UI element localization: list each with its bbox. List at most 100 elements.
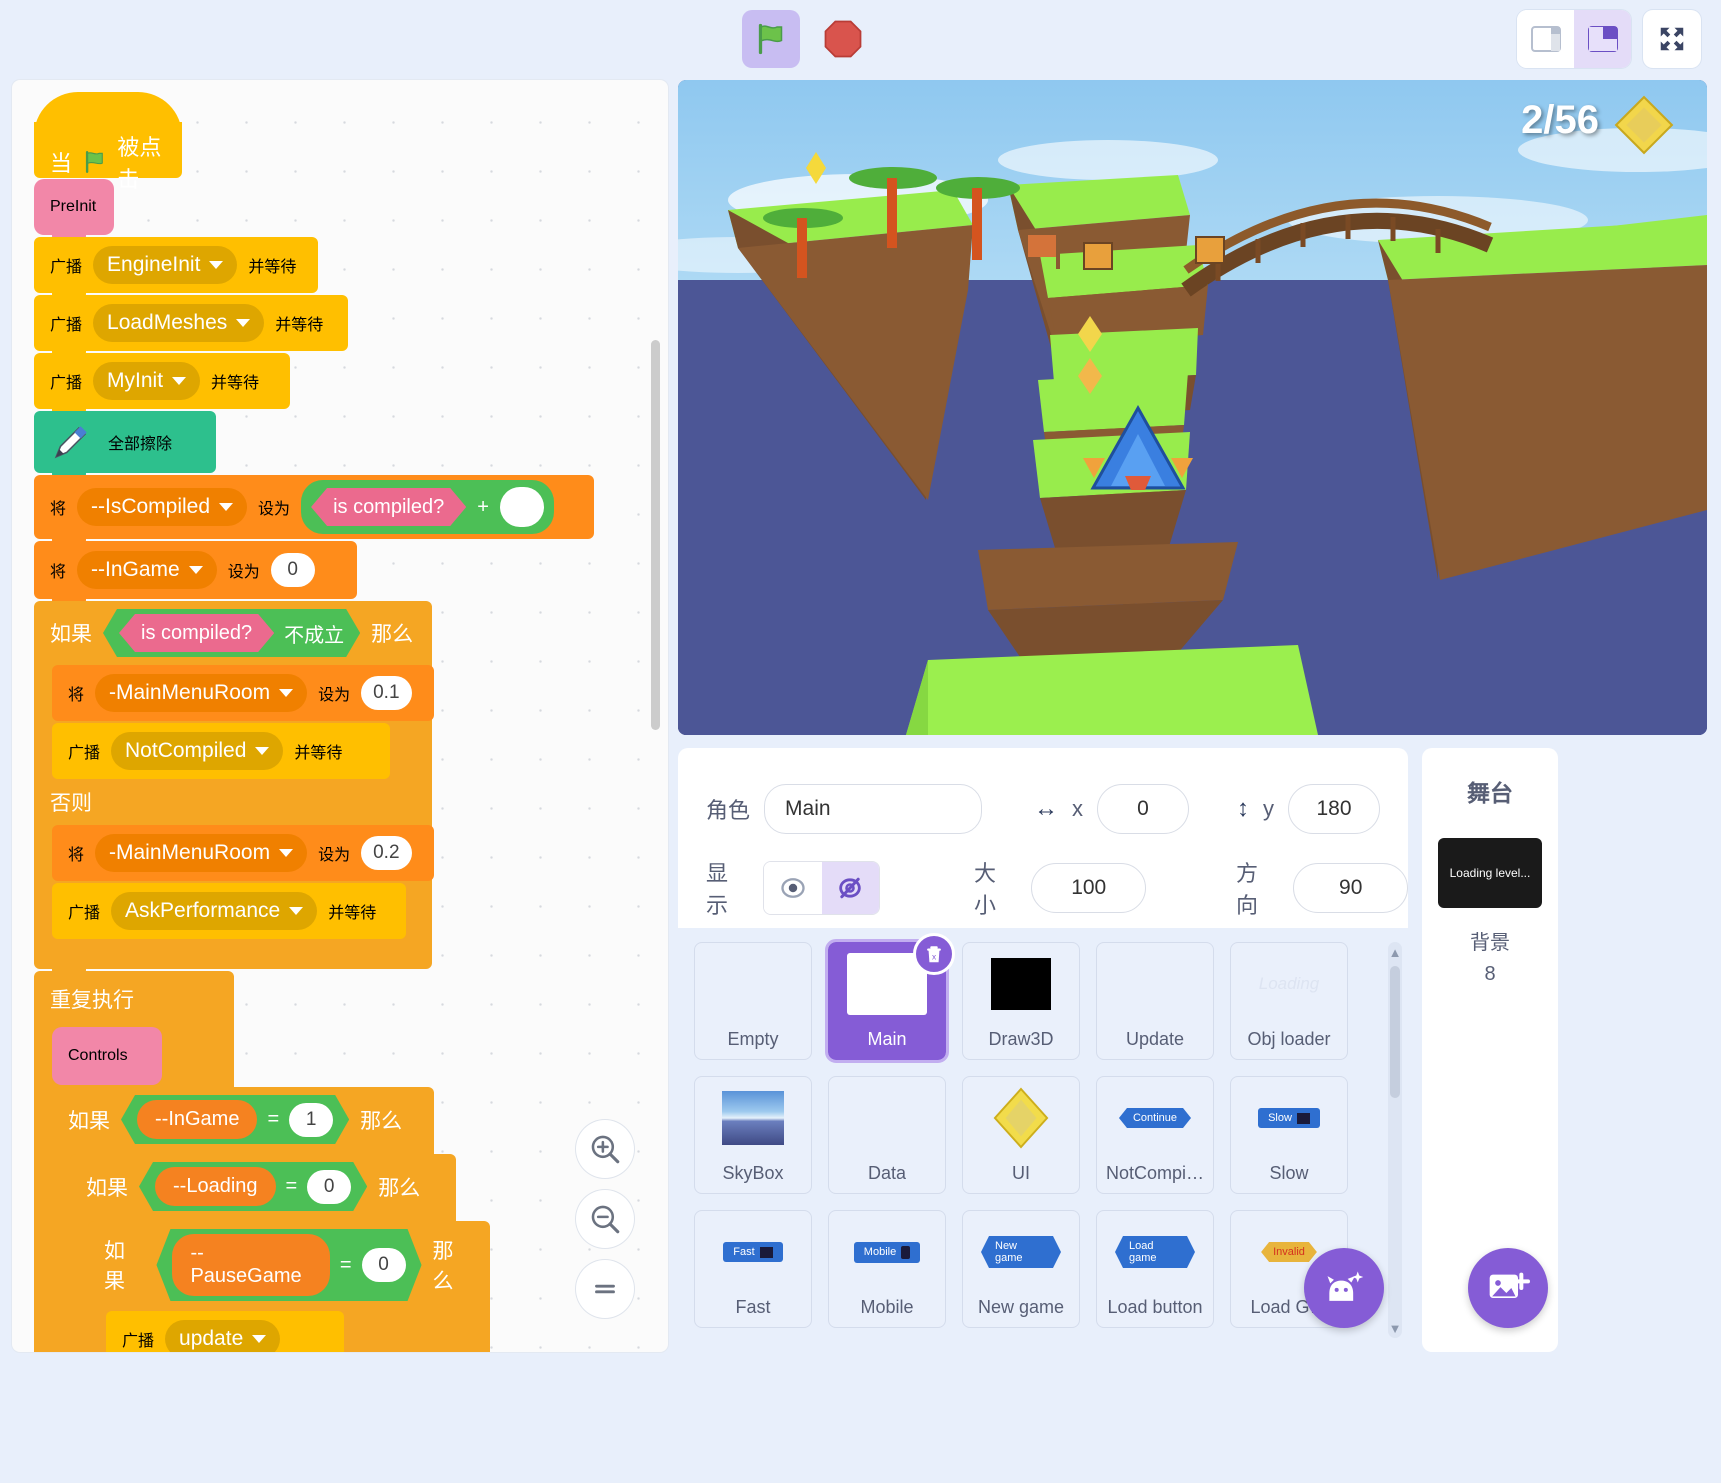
operator-equals[interactable]: --PauseGame = 0 (156, 1229, 421, 1301)
sprite-card-obj-loader[interactable]: Loading Obj loader (1230, 942, 1348, 1060)
broadcast-message-dropdown[interactable]: MyInit (93, 362, 201, 400)
block-broadcast-update[interactable]: 广播 update (106, 1311, 344, 1352)
block-broadcast-loadmeshes[interactable]: 广播 LoadMeshes 并等待 (34, 295, 348, 359)
sprite-size-input[interactable]: 100 (1031, 863, 1146, 913)
sprite-card-slow[interactable]: Slow Slow (1230, 1076, 1348, 1194)
block-if-loading-0[interactable]: 如果 --Loading = 0 那么 如果 --PauseGame = 0 那… (70, 1154, 490, 1352)
sprite-name: Update (1125, 1029, 1185, 1049)
block-broadcast-notcompiled[interactable]: 广播 NotCompiled 并等待 (52, 723, 390, 779)
delete-sprite-button[interactable]: x (913, 933, 955, 975)
variable-dropdown[interactable]: -MainMenuRoom (95, 834, 308, 872)
variable-name: -MainMenuRoom (109, 681, 271, 704)
workspace-scrollbar[interactable] (651, 340, 660, 730)
block-set-mainmenuroom-01[interactable]: 将 -MainMenuRoom 设为 0.1 (52, 665, 434, 721)
stage-coin (806, 152, 826, 184)
variable-dropdown[interactable]: -MainMenuRoom (95, 674, 308, 712)
operand-input[interactable] (499, 487, 544, 527)
sprite-card-main[interactable]: x Main (825, 933, 955, 1063)
block-broadcast-askperformance[interactable]: 广播 AskPerformance 并等待 (52, 883, 406, 939)
add-sprite-button[interactable] (1304, 1248, 1384, 1328)
reporter-is-compiled[interactable]: is compiled? (311, 488, 466, 526)
stage-collectibles (1078, 316, 1102, 394)
forever-body: Controls 如果 --InGame = 1 那么 如果 --Loading… (52, 1027, 490, 1352)
variable-reporter-pausegame[interactable]: --PauseGame (172, 1234, 329, 1296)
sprite-card-notcompiled[interactable]: Continue NotCompi… (1096, 1076, 1214, 1194)
small-stage-button[interactable] (1517, 10, 1574, 68)
sprite-card-update[interactable]: Update (1096, 942, 1214, 1060)
block-controls[interactable]: Controls (52, 1027, 162, 1085)
sprite-list-scrollbar[interactable]: ▲ ▼ (1388, 942, 1402, 1338)
value-input[interactable]: 0 (270, 553, 315, 587)
green-flag-button[interactable] (742, 10, 800, 68)
variable-dropdown[interactable]: --IsCompiled (77, 488, 248, 526)
sprite-card-new-game[interactable]: New game New game (962, 1210, 1080, 1328)
block-set-iscompiled[interactable]: 将 --IsCompiled 设为 is compiled? + (34, 475, 594, 547)
sprite-card-draw3d[interactable]: Draw3D (962, 942, 1080, 1060)
value-input[interactable]: 0.2 (361, 836, 412, 870)
broadcast-message-dropdown[interactable]: NotCompiled (111, 732, 284, 770)
broadcast-message-dropdown[interactable]: AskPerformance (111, 892, 318, 930)
large-stage-button[interactable] (1574, 10, 1631, 68)
stage-thumbnail[interactable]: Loading level... (1438, 838, 1542, 908)
operator-add[interactable]: is compiled? + (301, 480, 554, 534)
value-input[interactable]: 0.1 (361, 676, 412, 710)
sprite-card-data[interactable]: Data (828, 1076, 946, 1194)
sprite-direction-input[interactable]: 90 (1293, 863, 1408, 913)
sprite-y-input[interactable]: 180 (1288, 784, 1381, 834)
sprite-grid: Empty x Main Draw3D Update Loading Obj l… (678, 928, 1408, 1328)
sprite-thumbnail: Load game (1115, 1221, 1195, 1283)
block-if-else-compiled[interactable]: 如果 is compiled? 不成立 那么 将 -MainMenuRoom 设… (34, 601, 434, 977)
block-broadcast-engineinit[interactable]: 广播 EngineInit 并等待 (34, 237, 318, 301)
compare-value-input[interactable]: 0 (362, 1248, 406, 1282)
sprite-card-ui[interactable]: UI (962, 1076, 1080, 1194)
sprite-card-mobile[interactable]: Mobile Mobile (828, 1210, 946, 1328)
sprite-card-fast[interactable]: Fast Fast (694, 1210, 812, 1328)
zoom-in-button[interactable] (576, 1120, 634, 1178)
broadcast-message-dropdown[interactable]: LoadMeshes (93, 304, 265, 342)
block-pen-erase-all[interactable]: 全部擦除 (34, 411, 216, 481)
fullscreen-button[interactable] (1643, 10, 1701, 68)
set-prefix-label: 将 (68, 687, 85, 704)
variable-reporter-loading[interactable]: --Loading (155, 1167, 276, 1206)
block-if-ingame-1[interactable]: 如果 --InGame = 1 那么 如果 --Loading = 0 那么 如… (52, 1087, 490, 1352)
if-label: 如果 (50, 623, 92, 646)
chevron-down-icon (236, 319, 251, 327)
code-workspace[interactable]: 当 被点击 PreInit 广播 EngineInit 并等待 广播 LoadM… (12, 80, 668, 1352)
block-forever[interactable]: 重复执行 Controls 如果 --InGame = 1 那么 如果 --Lo… (34, 971, 490, 1352)
sprite-x-input[interactable]: 0 (1097, 784, 1190, 834)
operator-equals[interactable]: --InGame = 1 (121, 1095, 349, 1144)
broadcast-label: 广播 (50, 317, 83, 334)
variable-reporter-ingame[interactable]: --InGame (137, 1100, 257, 1139)
compare-value-input[interactable]: 0 (307, 1170, 351, 1204)
broadcast-message-dropdown[interactable]: EngineInit (93, 246, 238, 284)
operator-equals[interactable]: --Loading = 0 (139, 1162, 367, 1211)
zoom-in-icon (591, 1135, 620, 1164)
operator-not[interactable]: is compiled? 不成立 (103, 609, 360, 657)
scrollbar-thumb[interactable] (1390, 966, 1400, 1098)
scroll-up-arrow-icon[interactable]: ▲ (1388, 942, 1402, 962)
broadcast-message-dropdown[interactable]: update (165, 1320, 281, 1352)
block-if-pausegame-0[interactable]: 如果 --PauseGame = 0 那么 广播 update (88, 1221, 490, 1352)
sprite-card-empty[interactable]: Empty (694, 942, 812, 1060)
stage-canvas[interactable]: 2/56 (678, 80, 1707, 735)
sprite-card-load-button[interactable]: Load game Load button (1096, 1210, 1214, 1328)
reporter-is-compiled[interactable]: is compiled? (119, 614, 274, 652)
sprite-thumbnail: Mobile (847, 1221, 927, 1283)
sprite-name-input[interactable]: Main (764, 784, 983, 834)
zoom-reset-button[interactable] (576, 1260, 634, 1318)
block-when-flag-clicked[interactable]: 当 被点击 (34, 92, 182, 192)
stage-size-controls (1517, 10, 1701, 68)
sprite-hide-button[interactable] (821, 862, 879, 914)
block-broadcast-myinit[interactable]: 广播 MyInit 并等待 (34, 353, 290, 417)
sprite-show-button[interactable] (764, 862, 822, 914)
zoom-out-button[interactable] (576, 1190, 634, 1248)
block-set-ingame-0[interactable]: 将 --InGame 设为 0 (34, 541, 357, 607)
variable-dropdown[interactable]: --InGame (77, 551, 217, 589)
block-set-mainmenuroom-02[interactable]: 将 -MainMenuRoom 设为 0.2 (52, 825, 434, 881)
stop-button[interactable] (814, 10, 872, 68)
scroll-down-arrow-icon[interactable]: ▼ (1388, 1318, 1402, 1338)
compare-value-input[interactable]: 1 (289, 1103, 333, 1137)
add-backdrop-button[interactable] (1468, 1248, 1548, 1328)
sprite-card-skybox[interactable]: SkyBox (694, 1076, 812, 1194)
block-preinit[interactable]: PreInit (34, 179, 114, 243)
